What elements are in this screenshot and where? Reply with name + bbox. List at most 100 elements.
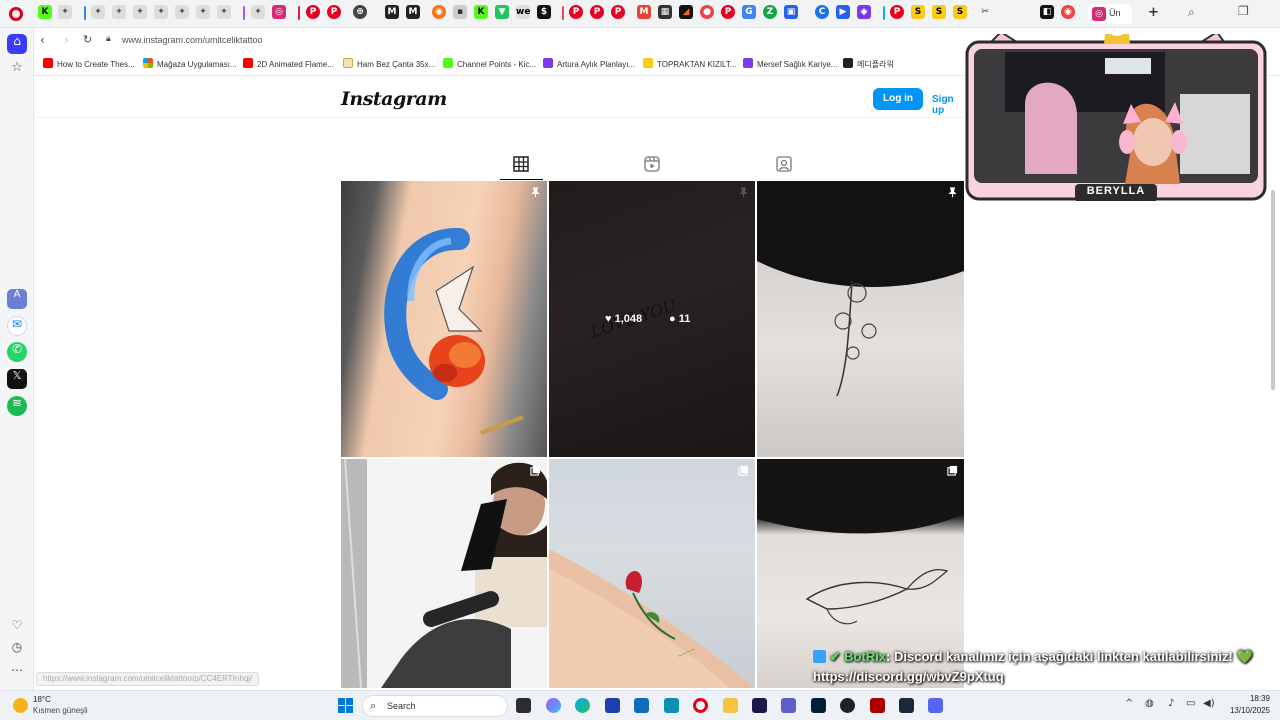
display-icon[interactable]: ▭: [1186, 698, 1195, 709]
tray-overflow-icon[interactable]: ^: [1125, 698, 1133, 709]
generic-tab-icon[interactable]: ◢: [679, 5, 693, 19]
kick-tab-icon[interactable]: K: [474, 5, 488, 19]
tagged-icon[interactable]: [775, 155, 793, 173]
opera-icon[interactable]: [693, 698, 708, 713]
weather-temp[interactable]: 18°C: [33, 695, 51, 704]
post-tile[interactable]: [341, 181, 547, 457]
generic-tab-icon[interactable]: ◆: [857, 5, 871, 19]
pinterest-tab-icon[interactable]: P: [721, 5, 735, 19]
generic-tab-icon[interactable]: ✦: [112, 5, 126, 19]
opera-logo-icon[interactable]: [9, 7, 23, 21]
search-tabs-icon[interactable]: ⌕: [1188, 5, 1195, 20]
bookmark-item[interactable]: How to Create Thes...: [43, 58, 135, 72]
bookmark-item[interactable]: Artura Aylık Planlayı...: [543, 58, 635, 72]
lock-icon[interactable]: 🔒︎: [106, 34, 111, 44]
reload-icon[interactable]: ↻: [83, 33, 92, 46]
generic-tab-icon[interactable]: ●: [700, 5, 714, 19]
post-tile[interactable]: ~~~~: [549, 459, 755, 688]
obs-icon[interactable]: [840, 698, 855, 713]
meet-tab-icon[interactable]: ▶: [836, 5, 850, 19]
generic-tab-icon[interactable]: ▼: [495, 5, 509, 19]
url-field[interactable]: www.instagram.com/umitceliktattoo: [122, 35, 263, 45]
history-clock-icon[interactable]: ◷: [7, 640, 27, 660]
generic-tab-icon[interactable]: ✦: [133, 5, 147, 19]
app-icon[interactable]: [870, 698, 885, 713]
s-tab-icon[interactable]: S: [932, 5, 946, 19]
pinterest-tab-icon[interactable]: P: [569, 5, 583, 19]
heart-icon[interactable]: ♡: [7, 618, 27, 638]
s-tab-icon[interactable]: S: [953, 5, 967, 19]
instagram-tab-icon[interactable]: ◎: [272, 5, 286, 19]
generic-tab-icon[interactable]: ◧: [1040, 5, 1054, 19]
generic-tab-icon[interactable]: ✦: [251, 5, 265, 19]
kick-tab-icon[interactable]: K: [38, 5, 52, 19]
generic-tab-icon[interactable]: ◉: [432, 5, 446, 19]
pinterest-tab-icon[interactable]: P: [890, 5, 904, 19]
bookmark-item[interactable]: 메디플라워: [843, 58, 894, 72]
weather-desc[interactable]: Kısmen güneşli: [33, 706, 88, 715]
microsoft-store-icon[interactable]: [605, 698, 620, 713]
teams-icon[interactable]: [781, 698, 796, 713]
bookmark-item[interactable]: Mağaza Uygulaması...: [143, 58, 237, 72]
generic-tab-icon[interactable]: ✦: [58, 5, 72, 19]
generic-tab-icon[interactable]: ▦: [658, 5, 672, 19]
clock-date[interactable]: 13/10/2025: [1218, 706, 1270, 715]
copilot-icon[interactable]: [546, 698, 561, 713]
discord-icon[interactable]: [928, 698, 943, 713]
generic-tab-icon[interactable]: ✦: [154, 5, 168, 19]
page-scrollbar[interactable]: [1271, 190, 1275, 390]
pinterest-tab-icon[interactable]: P: [327, 5, 341, 19]
bookmark-star-icon[interactable]: ☆: [7, 60, 27, 80]
restore-window-icon[interactable]: ❐: [1238, 4, 1249, 18]
generic-tab-icon[interactable]: Z: [763, 5, 777, 19]
capcut-tab-icon[interactable]: ✂: [978, 5, 992, 19]
reels-icon[interactable]: [643, 155, 661, 173]
x-twitter-icon[interactable]: 𝕏: [7, 369, 27, 389]
pinterest-tab-icon[interactable]: P: [611, 5, 625, 19]
windows-start-icon[interactable]: [338, 698, 353, 713]
bookmark-item[interactable]: 2D Animated Flame...: [243, 58, 334, 72]
microphone-icon[interactable]: ♪: [1168, 698, 1174, 709]
file-explorer-icon[interactable]: [723, 698, 738, 713]
generic-tab-icon[interactable]: ✦: [91, 5, 105, 19]
clock-time[interactable]: 18:39: [1218, 694, 1270, 703]
generic-tab-icon[interactable]: ✦: [217, 5, 231, 19]
messenger-icon[interactable]: ✉: [7, 316, 27, 336]
translate-tab-icon[interactable]: G: [742, 5, 756, 19]
whatsapp-icon[interactable]: ✆: [7, 342, 27, 362]
spotify-icon[interactable]: ≋: [7, 396, 27, 416]
pinterest-tab-icon[interactable]: P: [306, 5, 320, 19]
remote-desktop-icon[interactable]: [664, 698, 679, 713]
gmail-tab-icon[interactable]: M: [637, 5, 651, 19]
post-tile-hovered[interactable]: LOVE YOU ♥ 1,048 ● 11: [549, 181, 755, 457]
weather-sun-icon[interactable]: [13, 698, 28, 713]
s-tab-icon[interactable]: S: [911, 5, 925, 19]
signup-link[interactable]: Sign up: [932, 94, 964, 116]
generic-tab-icon[interactable]: ◉: [1061, 5, 1075, 19]
m-tab-icon[interactable]: M: [406, 5, 420, 19]
active-tab[interactable]: ◎ Ün: [1088, 4, 1132, 24]
login-button[interactable]: Log in: [873, 88, 923, 110]
generic-tab-icon[interactable]: we: [516, 5, 530, 19]
task-view-icon[interactable]: [516, 698, 531, 713]
generic-tab-icon[interactable]: $: [537, 5, 551, 19]
home-icon[interactable]: ⌂: [7, 34, 27, 54]
outlook-icon[interactable]: [634, 698, 649, 713]
new-tab-plus-icon[interactable]: +: [1148, 5, 1159, 20]
instagram-logo[interactable]: Instagram: [341, 88, 447, 110]
more-options-icon[interactable]: ⋯: [7, 663, 27, 683]
forward-icon[interactable]: ›: [64, 33, 69, 47]
generic-tab-icon[interactable]: ✦: [175, 5, 189, 19]
post-tile[interactable]: [341, 459, 547, 688]
pinterest-tab-icon[interactable]: P: [590, 5, 604, 19]
after-effects-icon[interactable]: [752, 698, 767, 713]
m-tab-icon[interactable]: M: [385, 5, 399, 19]
photoshop-icon[interactable]: [811, 698, 826, 713]
generic-tab-icon[interactable]: C: [815, 5, 829, 19]
generic-tab-icon[interactable]: ⊛: [353, 5, 367, 19]
aria-icon[interactable]: A: [7, 289, 27, 309]
edge-icon[interactable]: [575, 698, 590, 713]
post-tile[interactable]: [757, 181, 964, 457]
bookmark-item[interactable]: Mersef Sağlık Kariye...: [743, 58, 837, 72]
chat-link[interactable]: https://discord.gg/wbvZ9pXtuq: [813, 669, 1004, 684]
